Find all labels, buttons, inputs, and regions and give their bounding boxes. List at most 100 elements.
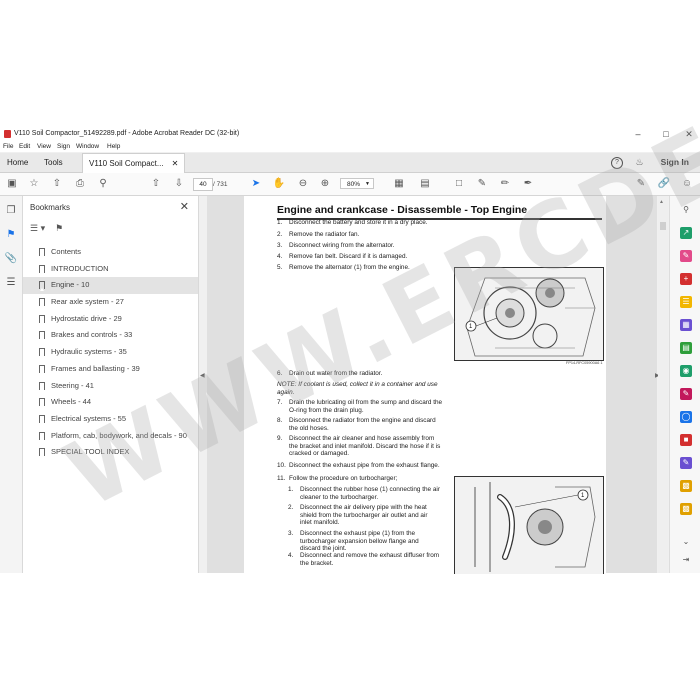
bookmark-list: Contents INTRODUCTION Engine - 10 Rear axle… [23,244,198,461]
share-link-icon[interactable]: 🔗 [657,177,671,191]
tab-document[interactable]: V110 Soil Compact... ✕ [82,153,186,173]
bookmark-item[interactable]: Platform, cab, bodywork, and decals - 90 [23,428,198,445]
turbocharger-figure: 1 [454,476,604,574]
close-window-icon[interactable]: ✕ [678,128,700,140]
bookmarks-panel: Bookmarks ✕ ☰ ▾ ⚑ Contents INTRODUCTION En… [23,196,199,573]
bookmark-item[interactable]: Engine - 10 [23,277,198,295]
help-icon[interactable]: ? [611,157,623,169]
comment-icon[interactable]: □ [452,177,466,191]
zoom-out-icon[interactable]: ⊖ [296,177,310,191]
edit-pdf-icon[interactable]: ✎ [680,250,692,262]
combine-files-icon[interactable]: ▦ [680,319,692,331]
redact-icon[interactable]: ■ [680,434,692,446]
protect-icon[interactable]: ◯ [680,411,692,423]
minimize-icon[interactable]: – [627,128,649,140]
bookmark-item[interactable]: Hydraulic systems - 35 [23,344,198,361]
bookmark-item[interactable]: Electrical systems - 55 [23,411,198,428]
menu-edit[interactable]: Edit [19,143,30,150]
more-tools-chevron-icon[interactable]: ⌄ [680,536,692,548]
bookmark-star-icon[interactable]: ☆ [27,177,41,191]
fill-sign-icon[interactable]: ✒ [521,177,535,191]
instruction-step: 9. Disconnect the air cleaner and hose as… [277,435,441,458]
acrobat-app-icon [4,130,11,138]
instruction-step: 8. Disconnect the radiator from the engin… [277,417,436,432]
right-tools-pane: ⚲ ↗ ✎ + ☰ ▦ ▤ ◉ ✎ ◯ ■ ✎ ▩ ▩ ⌄ ⇥ [669,196,700,573]
bookmark-item[interactable]: Wheels - 44 [23,394,198,411]
print-icon[interactable]: ⎙ [73,177,87,191]
find-icon[interactable]: ⚲ [96,177,110,191]
bookmark-label: SPECIAL TOOL INDEX [51,447,130,457]
instruction-step: 10. Disconnect the exhaust pipe from the … [277,462,440,469]
instruction-step: 4. Remove fan belt. Discard if it is dama… [277,253,408,260]
bookmark-label: Steering - 41 [51,380,94,390]
bookmark-label: Contents [51,247,82,256]
save-icon[interactable]: ▣ [5,177,19,191]
layers-icon[interactable]: ☰ [4,276,18,290]
scrollbar-thumb[interactable] [660,222,666,230]
bookmark-item[interactable]: Contents [23,244,198,261]
collapse-left-icon[interactable]: ◀ [200,372,205,379]
page-thumbnails-icon[interactable]: ❐ [4,204,18,218]
send-for-signature-icon[interactable]: ✎ [680,457,692,469]
bookmark-icon [39,298,45,309]
upload-icon[interactable]: ⇧ [50,177,64,191]
organize-pages-icon[interactable]: ▤ [680,342,692,354]
next-page-icon[interactable]: ⇩ [172,177,186,191]
draw-icon[interactable]: ✏ [498,177,512,191]
zoom-level-select[interactable]: 80% ▼ [340,178,374,189]
bookmark-options-icon[interactable]: ☰ ▾ ⚑ [30,223,63,234]
fit-page-icon[interactable]: ▦ [392,177,406,191]
attach-sign-icon[interactable]: ✎ [634,177,648,191]
bookmark-item[interactable]: Hydrostatic drive - 29 [23,311,198,328]
close-panel-icon[interactable]: ✕ [180,200,189,213]
main-toolbar: ▣ ☆ ⇧ ⎙ ⚲ ⇧ ⇩ 40 / 731 ➤ ✋ ⊖ ⊕ 80% ▼ ▦ ▤ … [0,173,700,196]
bookmark-item[interactable]: Rear axle system - 27 [23,294,198,311]
sign-in-button[interactable]: Sign In [661,153,689,172]
menu-file[interactable]: File [3,143,13,150]
turbocharger-substep: 1. Disconnect the rubber hose (1) connect… [288,486,440,501]
tab-home[interactable]: Home [7,153,28,172]
highlight-pen-icon[interactable]: ✎ [475,177,489,191]
document-view[interactable]: Engine and crankcase - Disassemble - Top… [207,196,657,574]
bookmark-item[interactable]: Brakes and controls - 33 [23,327,198,344]
bookmark-item[interactable]: Frames and ballasting - 39 [23,361,198,378]
vertical-scrollbar[interactable]: ▲ [658,196,668,573]
scroll-mode-icon[interactable]: ▤ [418,177,432,191]
close-tab-icon[interactable]: ✕ [172,159,179,168]
comment-tool-icon[interactable]: ☰ [680,296,692,308]
engine-figure: 1 [454,267,604,361]
bell-icon[interactable]: ♨ [633,156,646,169]
maximize-icon[interactable]: □ [655,128,677,140]
menu-view[interactable]: View [37,143,51,150]
select-cursor-icon[interactable]: ➤ [249,177,263,191]
export-pdf-icon[interactable]: ↗ [680,227,692,239]
bookmark-item[interactable]: Steering - 41 [23,378,198,395]
zoom-in-icon[interactable]: ⊕ [318,177,332,191]
scroll-up-icon[interactable]: ▲ [659,199,664,205]
bookmark-item[interactable]: INTRODUCTION [23,261,198,278]
prepare-form-icon[interactable]: ▩ [680,480,692,492]
bookmark-icon [39,348,45,359]
instruction-step: 2. Remove the radiator fan. [277,231,360,238]
hand-tool-icon[interactable]: ✋ [272,177,286,191]
tab-tools[interactable]: Tools [44,153,63,172]
search-tool-icon[interactable]: ⚲ [680,204,692,216]
bookmarks-icon[interactable]: ⚑ [4,228,18,242]
bookmark-icon [39,264,45,275]
turbocharger-substep: 4. Disconnect and remove the exhaust diff… [288,552,440,567]
fill-sign-tool-icon[interactable]: ✎ [680,388,692,400]
bookmark-item[interactable]: SPECIAL TOOL INDEX [23,444,198,461]
create-pdf-icon[interactable]: + [680,273,692,285]
menu-window[interactable]: Window [76,143,99,150]
collapse-tools-pane-icon[interactable]: ⇥ [680,554,692,566]
section-heading: Engine and crankcase - Disassemble - Top… [277,204,602,220]
attachments-icon[interactable]: 📎 [4,252,18,266]
menu-help[interactable]: Help [107,143,120,150]
instruction-step: 7. Drain the lubricating oil from the sum… [277,399,443,414]
certificate-icon[interactable]: ▩ [680,503,692,515]
page-number-input[interactable]: 40 [193,178,213,191]
scan-ocr-icon[interactable]: ◉ [680,365,692,377]
menu-sign[interactable]: Sign [57,143,70,150]
previous-page-icon[interactable]: ⇧ [149,177,163,191]
account-icon[interactable]: ☺ [680,177,694,191]
